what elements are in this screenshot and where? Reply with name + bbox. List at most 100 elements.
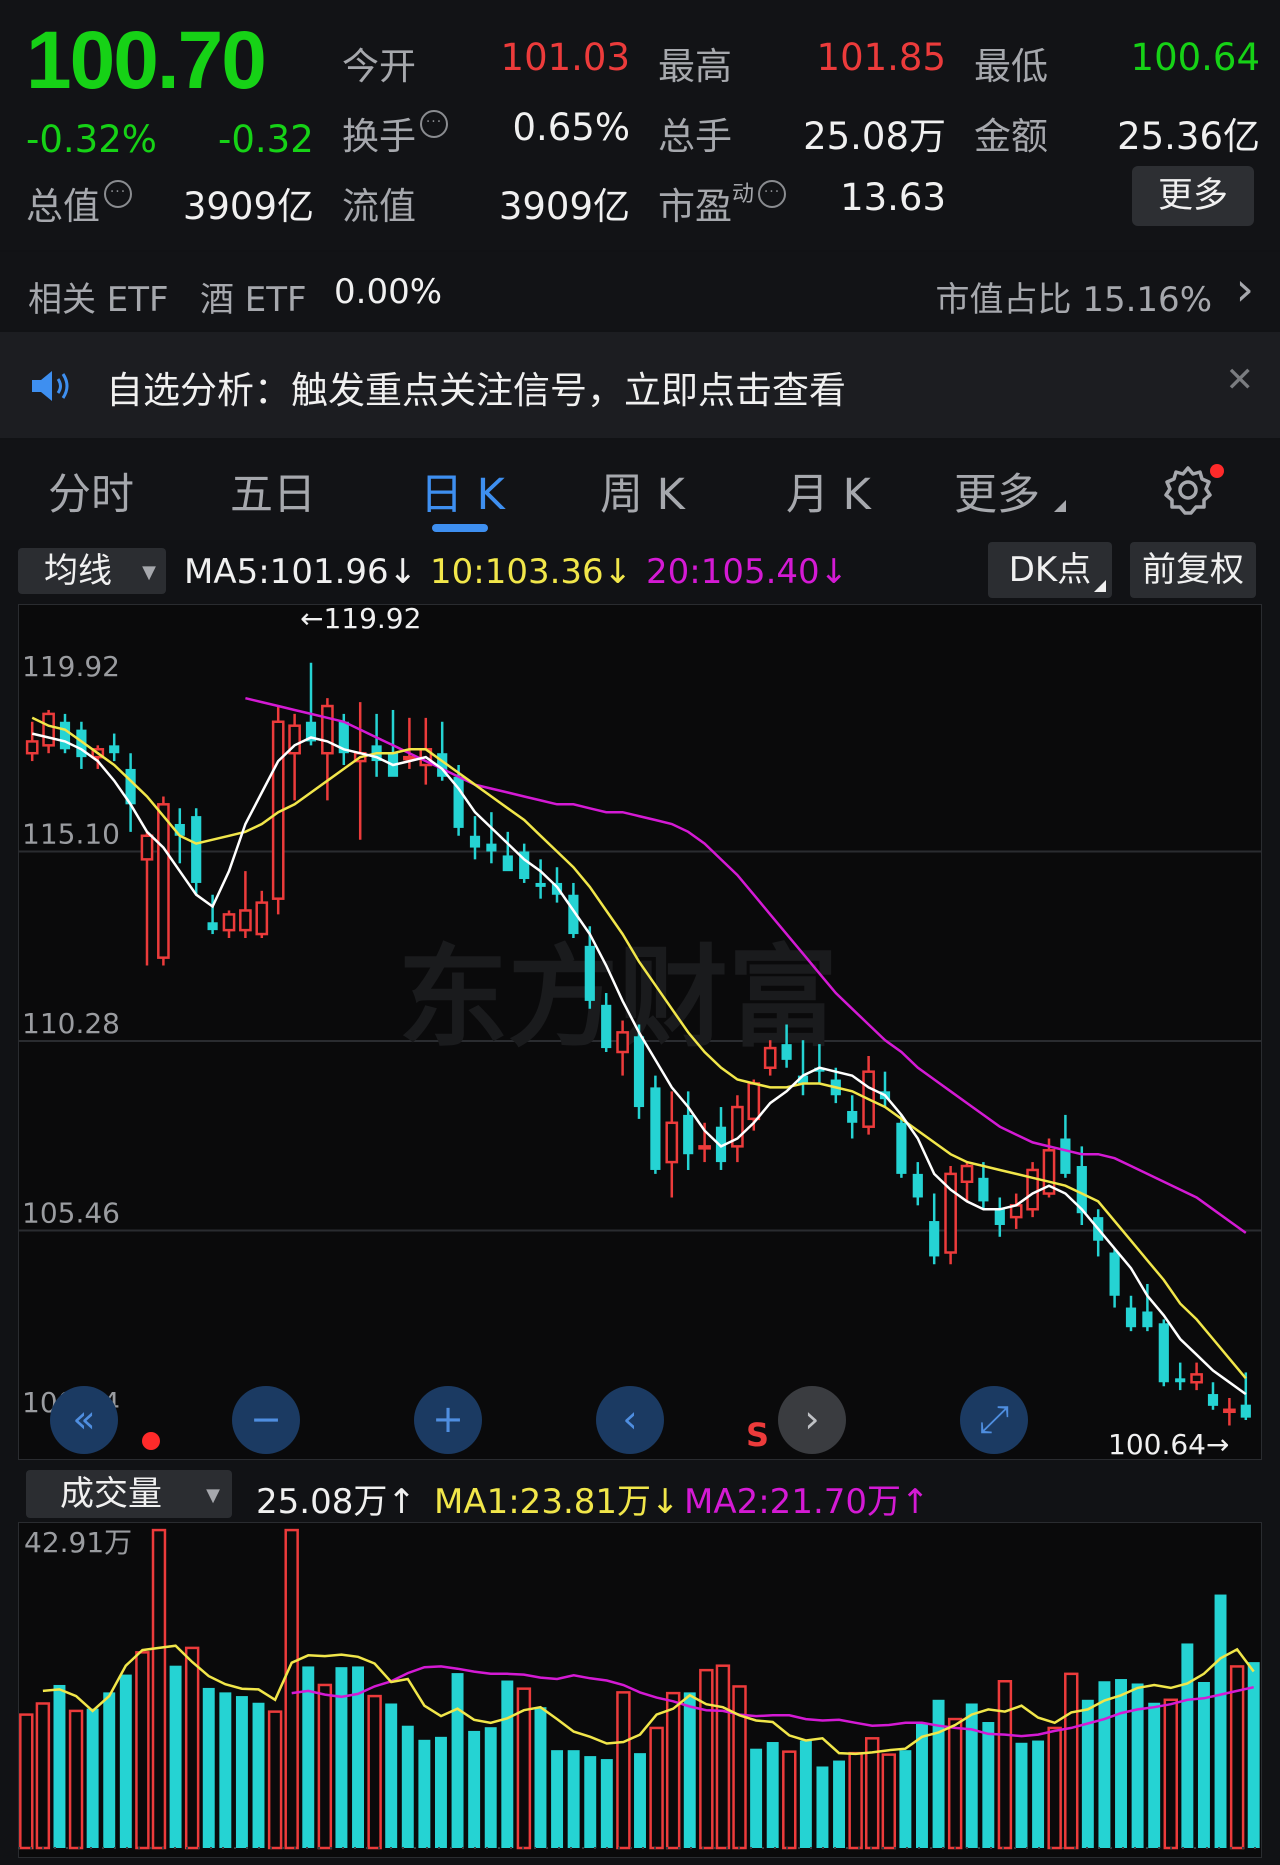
tab-monthly-k[interactable]: 月 K	[786, 460, 871, 522]
volume-bar	[916, 1723, 928, 1848]
candle-body	[665, 1121, 679, 1164]
volume-bar	[302, 1666, 315, 1848]
volume-bar	[86, 1708, 99, 1848]
candle-body	[683, 1114, 694, 1155]
volume-bar	[184, 1646, 200, 1850]
scroll-right-button[interactable]: ›	[778, 1386, 846, 1454]
volume-bar	[418, 1739, 431, 1848]
turnover-label[interactable]: 换手 ···	[342, 106, 448, 160]
volume-bar	[103, 1692, 116, 1848]
info-icon[interactable]: ···	[420, 110, 448, 138]
low-label: 最低	[974, 45, 1048, 88]
notice-bar[interactable]: 自选分析：触发重点关注信号，立即点击查看 ✕	[0, 332, 1280, 438]
volume-bar	[484, 1727, 497, 1848]
turnover-label-text: 换手	[342, 115, 416, 158]
tab-intraday[interactable]: 分时	[48, 460, 134, 522]
kline-chart[interactable]: 东方财富 119.92115.10110.28105.46100.64	[18, 604, 1262, 1460]
candle-body	[25, 740, 39, 755]
volume-bar	[202, 1687, 215, 1848]
notice-text[interactable]: 自选分析：触发重点关注信号，立即点击查看	[106, 360, 846, 414]
min-price-marker: 100.64→	[1108, 1428, 1230, 1461]
volume-bar	[965, 1703, 978, 1848]
volume-bar	[1214, 1594, 1227, 1848]
fast-rewind-button[interactable]: «	[50, 1386, 118, 1454]
corner-triangle-icon	[1094, 580, 1106, 592]
candle-body	[584, 945, 595, 1001]
volume-bar	[699, 1668, 714, 1850]
candle-body	[781, 1044, 792, 1060]
dk-point-button[interactable]: DK点	[988, 542, 1112, 598]
volume-bar	[600, 1759, 613, 1848]
volume-bar	[1098, 1681, 1111, 1848]
candle-body	[469, 835, 481, 848]
etf-name[interactable]: 酒 ETF	[200, 272, 307, 321]
candle-body	[42, 712, 55, 747]
volume-bar	[634, 1753, 646, 1848]
price-tick-label: 115.10	[22, 818, 120, 851]
candle-body	[1223, 1408, 1236, 1414]
volume-bar	[616, 1691, 631, 1850]
scroll-left-button[interactable]: ‹	[596, 1386, 664, 1454]
corner-triangle-icon	[1054, 500, 1066, 512]
info-icon[interactable]: ···	[758, 180, 787, 208]
volume-bar	[947, 1717, 963, 1850]
candle-body	[1175, 1378, 1186, 1383]
tab-more[interactable]: 更多	[954, 460, 1040, 522]
volume-bar	[848, 1751, 863, 1850]
low-value: 100.64	[1130, 36, 1260, 79]
more-button[interactable]: 更多	[1132, 166, 1254, 226]
candle-body	[1060, 1138, 1071, 1174]
candle-body	[59, 721, 71, 750]
open-label: 今开	[342, 45, 416, 88]
volume-chart[interactable]: 42.91万	[18, 1522, 1262, 1858]
high-label: 最高	[658, 45, 732, 88]
candle-body	[747, 1082, 761, 1121]
indicator-select[interactable]: 均线 ▼	[18, 548, 166, 594]
volume-bar	[119, 1674, 132, 1848]
volume-indicator-select[interactable]: 成交量 ▼	[26, 1470, 232, 1518]
tab-five-day[interactable]: 五日	[230, 460, 316, 522]
volume-bar	[252, 1702, 265, 1848]
mktcap-label[interactable]: 总值 ···	[26, 176, 132, 230]
candle-body	[1158, 1323, 1169, 1383]
candle-body	[191, 816, 202, 883]
info-icon[interactable]: ···	[104, 180, 132, 208]
gear-icon[interactable]	[1162, 464, 1214, 516]
volume-bar	[1015, 1742, 1028, 1848]
volume-bar	[53, 1684, 66, 1848]
volume-bar	[385, 1703, 398, 1848]
sell-signal-marker: S	[746, 1416, 770, 1454]
volume-bar	[1181, 1643, 1194, 1848]
volume-bar	[799, 1740, 812, 1848]
volume-bar	[750, 1748, 763, 1848]
active-tab-indicator	[432, 524, 488, 532]
candle-body	[896, 1122, 907, 1174]
volume-bar	[219, 1692, 232, 1848]
zoom-out-button[interactable]: −	[232, 1386, 300, 1454]
volume-bar	[1032, 1740, 1045, 1848]
candle-body	[633, 1036, 645, 1108]
volume-bar	[1064, 1672, 1079, 1850]
etf-row[interactable]: 相关 ETF 酒 ETF 0.00% 市值占比 15.16% ›	[0, 252, 1280, 330]
volume-bar	[567, 1750, 580, 1848]
volume-bar	[833, 1760, 846, 1848]
tab-daily-k[interactable]: 日 K	[420, 460, 505, 522]
volume-bar	[434, 1736, 447, 1848]
zoom-in-button[interactable]: +	[414, 1386, 482, 1454]
volume-bar	[68, 1709, 84, 1850]
volume-label: 总手	[658, 115, 732, 158]
close-icon[interactable]: ✕	[1226, 360, 1255, 400]
adjust-button[interactable]: 前复权	[1130, 542, 1256, 598]
fullscreen-button[interactable]: ⤢	[960, 1386, 1028, 1454]
tab-weekly-k[interactable]: 周 K	[600, 460, 685, 522]
amount-label: 金额	[974, 115, 1048, 158]
chevron-right-icon[interactable]: ›	[1236, 262, 1254, 316]
pe-label[interactable]: 市盈动 ···	[658, 176, 787, 230]
candle-body	[912, 1173, 923, 1198]
candle-body	[601, 1004, 612, 1049]
volume-bar	[1163, 1698, 1178, 1850]
pe-superscript: 动	[732, 182, 755, 207]
candle-body	[1125, 1307, 1137, 1328]
volume-bar	[899, 1750, 912, 1848]
volume-bar	[715, 1664, 731, 1850]
